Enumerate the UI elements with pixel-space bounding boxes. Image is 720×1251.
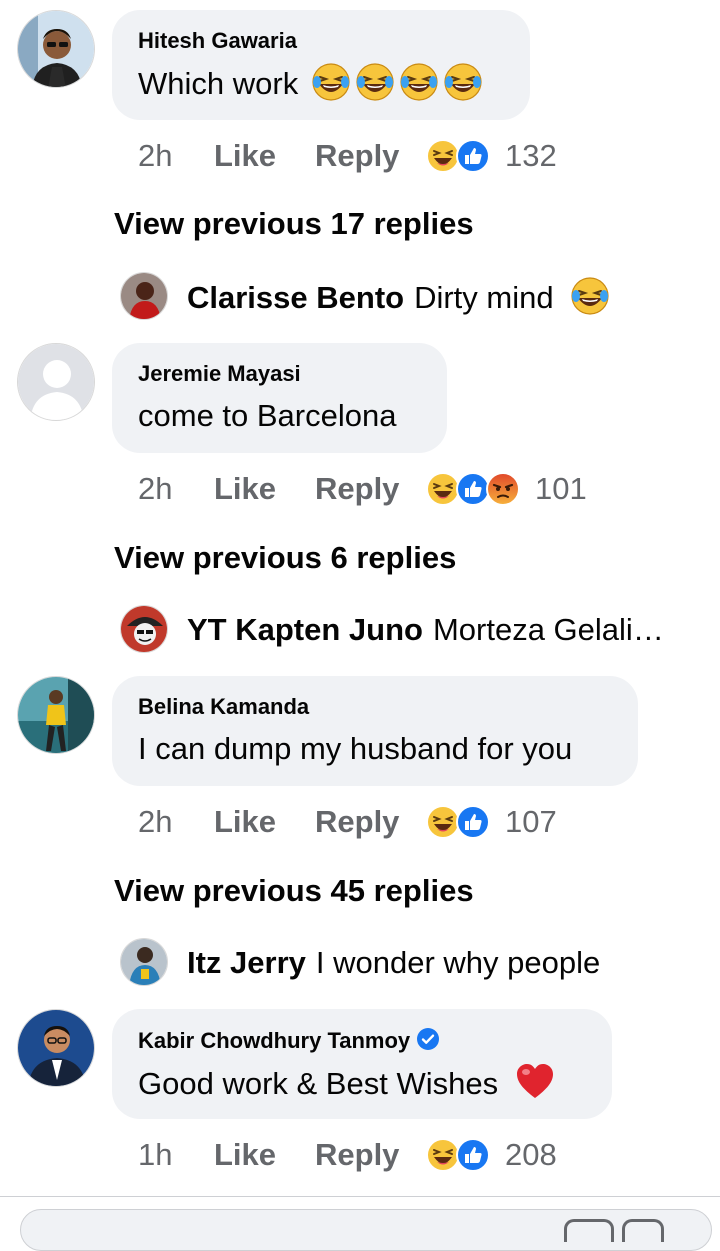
comment-bubble[interactable]: Kabir Chowdhury Tanmoy Good work & Best … bbox=[112, 1009, 612, 1119]
comment-bubble[interactable]: Jeremie Mayasi come to Barcelona bbox=[112, 343, 447, 453]
comment-text: come to Barcelona bbox=[138, 398, 397, 433]
reaction-count[interactable]: 208 bbox=[505, 1137, 557, 1173]
reply-button[interactable]: Reply bbox=[315, 804, 425, 840]
reactions-summary[interactable] bbox=[425, 1137, 491, 1173]
avatar[interactable] bbox=[17, 676, 95, 754]
comment-text: Good work & Best Wishes bbox=[138, 1066, 499, 1101]
like-button[interactable]: Like bbox=[214, 1137, 315, 1173]
comment-author[interactable]: Belina Kamanda bbox=[138, 694, 612, 720]
comment-timestamp[interactable]: 2h bbox=[138, 138, 214, 174]
comment-text: I can dump my husband for you bbox=[138, 731, 573, 766]
comment-composer bbox=[0, 1196, 720, 1251]
comment-bubble[interactable]: Belina Kamanda I can dump my husband for… bbox=[112, 676, 638, 786]
laughing-tears-emoji bbox=[399, 62, 439, 102]
view-previous-replies[interactable]: View previous 17 replies bbox=[114, 204, 474, 244]
avatar[interactable] bbox=[17, 10, 95, 88]
comment-actions: 2h Like Reply 101 bbox=[138, 469, 587, 509]
like-button[interactable]: Like bbox=[214, 471, 315, 507]
avatar[interactable] bbox=[120, 938, 168, 986]
reaction-count[interactable]: 132 bbox=[505, 138, 557, 174]
red-heart-emoji bbox=[515, 1062, 555, 1102]
view-previous-replies[interactable]: View previous 6 replies bbox=[114, 538, 456, 578]
comment-author[interactable]: Jeremie Mayasi bbox=[138, 361, 421, 387]
camera-icon[interactable] bbox=[564, 1219, 614, 1242]
comment-timestamp[interactable]: 2h bbox=[138, 471, 214, 507]
comment-text: Which work bbox=[138, 66, 299, 101]
angry-icon bbox=[485, 471, 521, 507]
reply-button[interactable]: Reply bbox=[315, 138, 425, 174]
comment-author[interactable]: Kabir Chowdhury Tanmoy bbox=[138, 1028, 410, 1053]
reply-preview[interactable]: Itz Jerry I wonder why people bbox=[120, 938, 680, 988]
verified-badge-icon bbox=[416, 1027, 440, 1051]
reactions-summary[interactable] bbox=[425, 471, 521, 507]
gif-icon[interactable] bbox=[622, 1219, 664, 1242]
laughing-tears-emoji bbox=[355, 62, 395, 102]
reply-author[interactable]: Clarisse Bento bbox=[187, 280, 404, 315]
like-button[interactable]: Like bbox=[214, 138, 315, 174]
avatar[interactable] bbox=[17, 1009, 95, 1087]
comment-timestamp[interactable]: 2h bbox=[138, 804, 214, 840]
like-icon bbox=[455, 804, 491, 840]
comment-actions: 2h Like Reply 132 bbox=[138, 136, 557, 176]
comment-bubble[interactable]: Hitesh Gawaria Which work bbox=[112, 10, 530, 120]
avatar[interactable] bbox=[17, 343, 95, 421]
reply-author[interactable]: YT Kapten Juno bbox=[187, 612, 423, 647]
comment-actions: 1h Like Reply 208 bbox=[138, 1135, 557, 1175]
like-icon bbox=[455, 138, 491, 174]
reply-text: I wonder why people bbox=[315, 945, 601, 980]
reaction-count[interactable]: 107 bbox=[505, 804, 557, 840]
reaction-count[interactable]: 101 bbox=[535, 471, 587, 507]
view-previous-replies[interactable]: View previous 45 replies bbox=[114, 871, 474, 911]
reply-button[interactable]: Reply bbox=[315, 1137, 425, 1173]
laughing-tears-emoji bbox=[311, 62, 351, 102]
comment-actions: 2h Like Reply 107 bbox=[138, 802, 557, 842]
like-button[interactable]: Like bbox=[214, 804, 315, 840]
comment-author[interactable]: Hitesh Gawaria bbox=[138, 28, 504, 54]
reactions-summary[interactable] bbox=[425, 804, 491, 840]
reply-button[interactable]: Reply bbox=[315, 471, 425, 507]
laughing-tears-emoji bbox=[570, 276, 610, 316]
reactions-summary[interactable] bbox=[425, 138, 491, 174]
reply-author[interactable]: Itz Jerry bbox=[187, 945, 306, 980]
avatar[interactable] bbox=[120, 272, 168, 320]
avatar[interactable] bbox=[120, 605, 168, 653]
reply-preview[interactable]: Clarisse Bento Dirty mind bbox=[120, 272, 680, 322]
comment-timestamp[interactable]: 1h bbox=[138, 1137, 214, 1173]
reply-text: Morteza Gelalipour bbox=[432, 612, 677, 647]
reply-preview[interactable]: YT Kapten Juno Morteza Gelalipour bbox=[120, 605, 680, 655]
like-icon bbox=[455, 1137, 491, 1173]
reply-text: Dirty mind bbox=[414, 280, 554, 315]
laughing-tears-emoji bbox=[443, 62, 483, 102]
